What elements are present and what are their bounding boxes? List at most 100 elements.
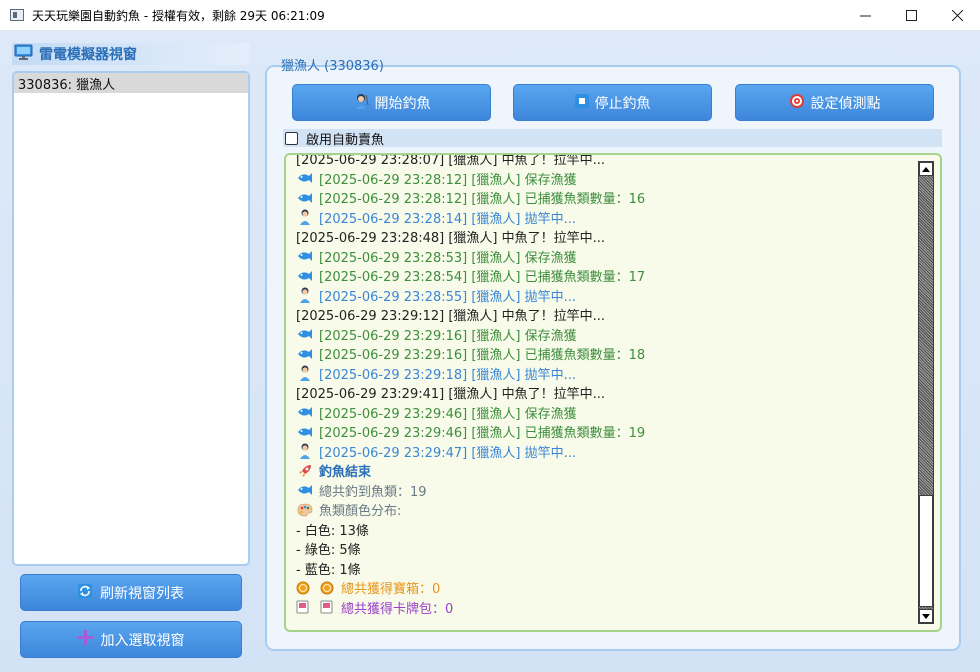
log-line: 總共獲得寶箱：0 <box>296 578 916 598</box>
log-lines: [2025-06-29 23:28:07] [獵漁人] 中魚了！拉竿中... [2… <box>296 153 916 617</box>
emulator-windows-title: 雷電模擬器視窗 <box>39 47 137 63</box>
log-line-text: - 藍色: 1條 <box>296 562 361 578</box>
stop-fishing-button[interactable]: 停止釣魚 <box>513 84 712 121</box>
group-title: 獵漁人 (330836) <box>281 59 384 74</box>
minimize-icon <box>859 15 871 17</box>
app-icon <box>10 9 24 21</box>
cards-icon <box>296 600 336 614</box>
log-line: [2025-06-29 23:29:41] [獵漁人] 中魚了！拉竿中... <box>296 383 916 403</box>
log-line: [2025-06-29 23:29:47] [獵漁人] 拋竿中... <box>296 442 916 462</box>
log-line: [2025-06-29 23:28:12] [獵漁人] 已捕獲魚類數量：16 <box>296 188 916 208</box>
plus-icon <box>77 630 93 649</box>
auto-sell-label[interactable]: 啟用自動賣魚 <box>306 129 384 148</box>
scroll-down-button[interactable] <box>919 609 933 623</box>
log-line-text: [2025-06-29 23:28:53] [獵漁人] 保存漁獲 <box>319 250 577 266</box>
stop-icon <box>574 93 589 112</box>
log-line: [2025-06-29 23:29:16] [獵漁人] 保存漁獲 <box>296 325 916 345</box>
fish-icon <box>296 270 314 282</box>
log-line: [2025-06-29 23:28:54] [獵漁人] 已捕獲魚類數量：17 <box>296 266 916 286</box>
monitor-icon <box>14 44 33 65</box>
log-line-text: [2025-06-29 23:29:16] [獵漁人] 保存漁獲 <box>319 328 577 344</box>
add-button-label: 加入選取視窗 <box>100 632 185 649</box>
stop-fishing-label: 停止釣魚 <box>594 95 651 112</box>
log-line-text: 魚類顏色分布: <box>319 504 402 520</box>
log-line-text: [2025-06-29 23:29:12] [獵漁人] 中魚了！拉竿中... <box>296 309 606 325</box>
window-controls <box>842 0 980 31</box>
fisher-icon <box>296 287 314 304</box>
log-line: - 綠色: 5條 <box>296 539 916 559</box>
auto-sell-row: 啟用自動賣魚 <box>283 129 942 148</box>
log-line-text: [2025-06-29 23:29:41] [獵漁人] 中魚了！拉竿中... <box>296 387 606 403</box>
fish-icon <box>296 484 314 496</box>
log-line-text: 總共釣到魚類：19 <box>319 484 427 500</box>
log-line: - 藍色: 1條 <box>296 559 916 579</box>
log-line-text: 總共獲得寶箱：0 <box>341 582 441 598</box>
log-line: 總共釣到魚類：19 <box>296 481 916 501</box>
fisher-icon <box>296 443 314 460</box>
fish-icon <box>296 172 314 184</box>
auto-sell-checkbox[interactable] <box>285 131 298 145</box>
log-line: [2025-06-29 23:29:12] [獵漁人] 中魚了！拉竿中... <box>296 305 916 325</box>
log-line-text: [2025-06-29 23:29:46] [獵漁人] 保存漁獲 <box>319 406 577 422</box>
log-line-text: [2025-06-29 23:29:18] [獵漁人] 拋竿中... <box>319 367 577 383</box>
coins-icon <box>296 581 336 595</box>
log-line: [2025-06-29 23:28:07] [獵漁人] 中魚了！拉竿中... <box>296 153 916 169</box>
start-fishing-label: 開始釣魚 <box>374 95 431 112</box>
window-list-item[interactable]: 330836: 獵漁人 <box>14 73 248 93</box>
log-line-text: [2025-06-29 23:28:12] [獵漁人] 已捕獲魚類數量：16 <box>319 192 646 208</box>
log-line: [2025-06-29 23:28:14] [獵漁人] 拋竿中... <box>296 208 916 228</box>
target-icon <box>789 93 805 113</box>
log-line: [2025-06-29 23:29:16] [獵漁人] 已捕獲魚類數量：18 <box>296 344 916 364</box>
minimize-button[interactable] <box>842 0 888 31</box>
fisher-icon <box>296 365 314 382</box>
log-line-text: [2025-06-29 23:28:55] [獵漁人] 拋竿中... <box>319 289 577 305</box>
log-line: [2025-06-29 23:29:46] [獵漁人] 已捕獲魚類數量：19 <box>296 422 916 442</box>
log-line: 魚類顏色分布: <box>296 500 916 520</box>
log-line: - 白色: 13條 <box>296 520 916 540</box>
log-line-text: - 白色: 13條 <box>296 523 369 539</box>
log-line-text: [2025-06-29 23:28:12] [獵漁人] 保存漁獲 <box>319 172 577 188</box>
window-list[interactable]: 330836: 獵漁人 <box>12 71 250 566</box>
log-line: [2025-06-29 23:28:53] [獵漁人] 保存漁獲 <box>296 247 916 267</box>
palette-icon <box>296 503 314 517</box>
log-line-text: [2025-06-29 23:28:07] [獵漁人] 中魚了！拉竿中... <box>296 153 606 169</box>
fish-icon <box>296 192 314 204</box>
add-selected-window-button[interactable]: 加入選取視窗 <box>20 621 242 658</box>
window-title: 天天玩樂園自動釣魚 - 授權有效，剩餘 29天 06:21:09 <box>32 8 325 23</box>
fisher-icon <box>296 209 314 226</box>
refresh-button-label: 刷新視窗列表 <box>100 585 184 602</box>
maximize-icon <box>905 10 917 21</box>
fishing-person-icon <box>353 93 369 113</box>
close-icon <box>951 10 963 21</box>
main-area: 雷電模擬器視窗 330836: 獵漁人 刷新視窗列表 加入選取視窗 獵漁人 (3… <box>0 31 980 672</box>
log-line-text: [2025-06-29 23:29:16] [獵漁人] 已捕獲魚類數量：18 <box>319 348 646 364</box>
refresh-icon <box>78 583 92 602</box>
scroll-down-arrow-icon <box>922 613 930 619</box>
log-line-text: 釣魚結束 <box>319 465 372 481</box>
scroll-thumb[interactable] <box>919 495 933 607</box>
set-detection-point-button[interactable]: 設定偵測點 <box>735 84 934 121</box>
scroll-up-arrow-icon <box>922 166 930 172</box>
scroll-up-button[interactable] <box>919 162 933 176</box>
log-line-text: [2025-06-29 23:29:46] [獵漁人] 已捕獲魚類數量：19 <box>319 426 646 442</box>
start-fishing-button[interactable]: 開始釣魚 <box>292 84 491 121</box>
close-button[interactable] <box>934 0 980 31</box>
fish-icon <box>296 348 314 360</box>
refresh-window-list-button[interactable]: 刷新視窗列表 <box>20 574 242 611</box>
log-line-text: [2025-06-29 23:28:48] [獵漁人] 中魚了！拉竿中... <box>296 231 606 247</box>
fish-icon <box>296 426 314 438</box>
title-bar: 天天玩樂園自動釣魚 - 授權有效，剩餘 29天 06:21:09 <box>0 0 980 31</box>
maximize-button[interactable] <box>888 0 934 31</box>
log-line: 釣魚結束 <box>296 461 916 481</box>
log-scrollbar[interactable] <box>918 161 934 624</box>
log-line: [2025-06-29 23:29:46] [獵漁人] 保存漁獲 <box>296 403 916 423</box>
log-line: [2025-06-29 23:28:48] [獵漁人] 中魚了！拉竿中... <box>296 227 916 247</box>
log-line-text: [2025-06-29 23:28:14] [獵漁人] 拋竿中... <box>319 211 577 227</box>
log-line-text: - 綠色: 5條 <box>296 543 361 559</box>
log-line-text: 總共獲得卡牌包：0 <box>341 601 454 617</box>
fish-icon <box>296 406 314 418</box>
log-line-text: [2025-06-29 23:28:54] [獵漁人] 已捕獲魚類數量：17 <box>319 270 646 286</box>
log-output[interactable]: [2025-06-29 23:28:07] [獵漁人] 中魚了！拉竿中... [2… <box>284 153 942 632</box>
log-line: [2025-06-29 23:28:55] [獵漁人] 拋竿中... <box>296 286 916 306</box>
log-line: [2025-06-29 23:29:18] [獵漁人] 拋竿中... <box>296 364 916 384</box>
